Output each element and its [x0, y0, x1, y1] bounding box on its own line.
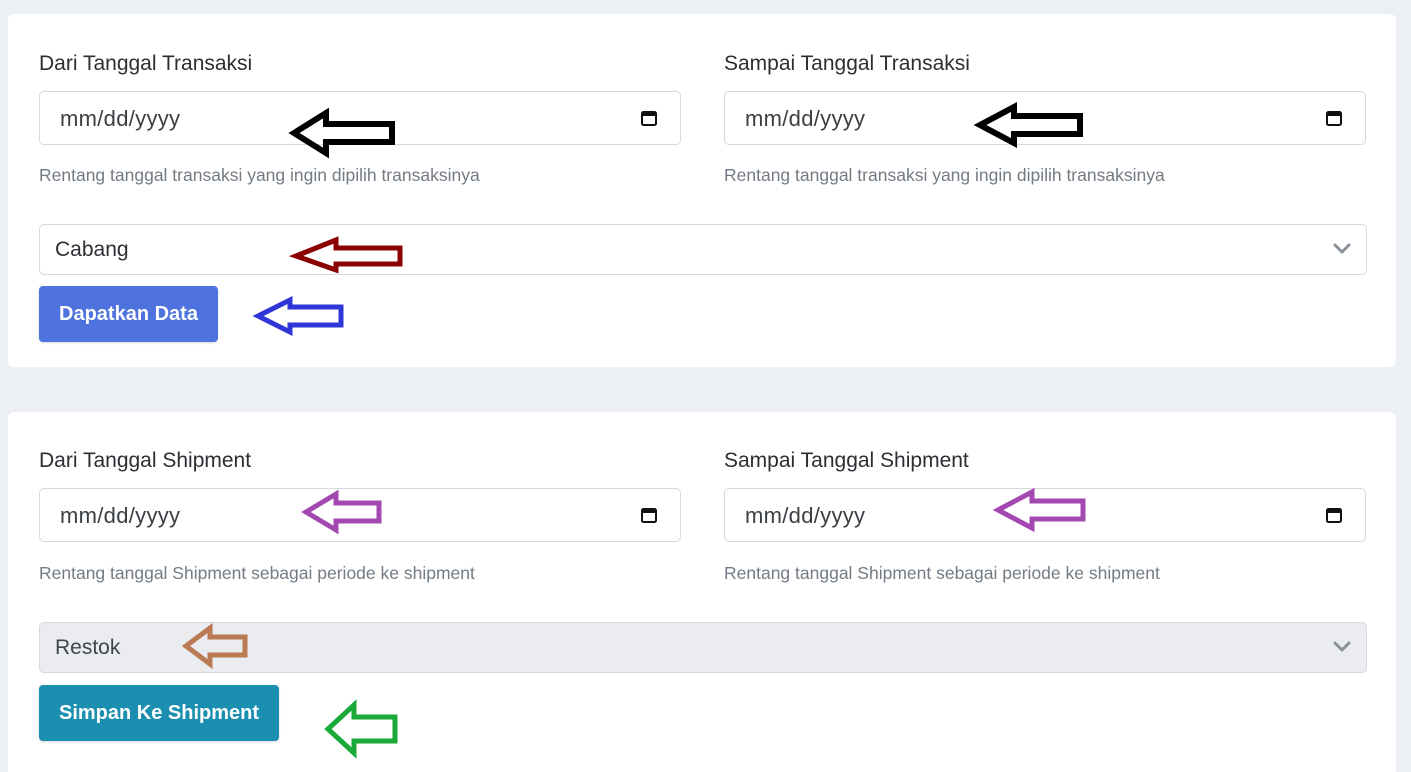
- transaction-date-help-text: Rentang tanggal transaksi yang ingin dip…: [724, 165, 1165, 185]
- shipment-filter-card: Dari Tanggal Shipment Sampai Tanggal Shi…: [8, 412, 1396, 772]
- arrow-left-icon: [301, 489, 382, 535]
- to-shipment-date-label: Sampai Tanggal Shipment: [724, 449, 969, 472]
- to-transaction-date-label: Sampai Tanggal Transaksi: [724, 52, 970, 75]
- arrow-left-icon: [181, 623, 248, 669]
- calendar-icon[interactable]: [640, 109, 658, 127]
- arrow-left-icon: [324, 699, 398, 759]
- to-shipment-date-value: mm/dd/yyyy: [745, 503, 866, 528]
- transaction-date-help-text: Rentang tanggal transaksi yang ingin dip…: [39, 165, 480, 185]
- branch-select-value: Cabang: [55, 238, 129, 261]
- from-shipment-date-label: Dari Tanggal Shipment: [39, 449, 252, 472]
- calendar-icon[interactable]: [1325, 109, 1343, 127]
- shipment-date-help-text: Rentang tanggal Shipment sebagai periode…: [724, 563, 1160, 583]
- get-data-button[interactable]: Dapatkan Data: [39, 286, 218, 342]
- arrow-left-icon: [288, 236, 403, 274]
- shipment-date-help-text: Rentang tanggal Shipment sebagai periode…: [39, 563, 475, 583]
- arrow-left-icon: [252, 295, 344, 337]
- calendar-icon[interactable]: [640, 506, 658, 524]
- from-transaction-date-value: mm/dd/yyyy: [60, 106, 181, 131]
- transaction-filter-card: Dari Tanggal Transaksi Sampai Tanggal Tr…: [8, 14, 1396, 367]
- from-transaction-date-label: Dari Tanggal Transaksi: [39, 52, 253, 75]
- arrow-left-icon: [973, 102, 1083, 148]
- arrow-left-icon: [992, 487, 1086, 533]
- to-transaction-date-value: mm/dd/yyyy: [745, 106, 866, 131]
- chevron-down-icon: [1333, 641, 1351, 652]
- arrow-left-icon: [288, 107, 395, 159]
- chevron-down-icon: [1333, 243, 1351, 254]
- save-to-shipment-button[interactable]: Simpan Ke Shipment: [39, 685, 280, 741]
- shipment-type-select-value: Restok: [55, 636, 121, 659]
- from-shipment-date-value: mm/dd/yyyy: [60, 503, 181, 528]
- branch-select[interactable]: Cabang: [39, 224, 1367, 275]
- calendar-icon[interactable]: [1325, 506, 1343, 524]
